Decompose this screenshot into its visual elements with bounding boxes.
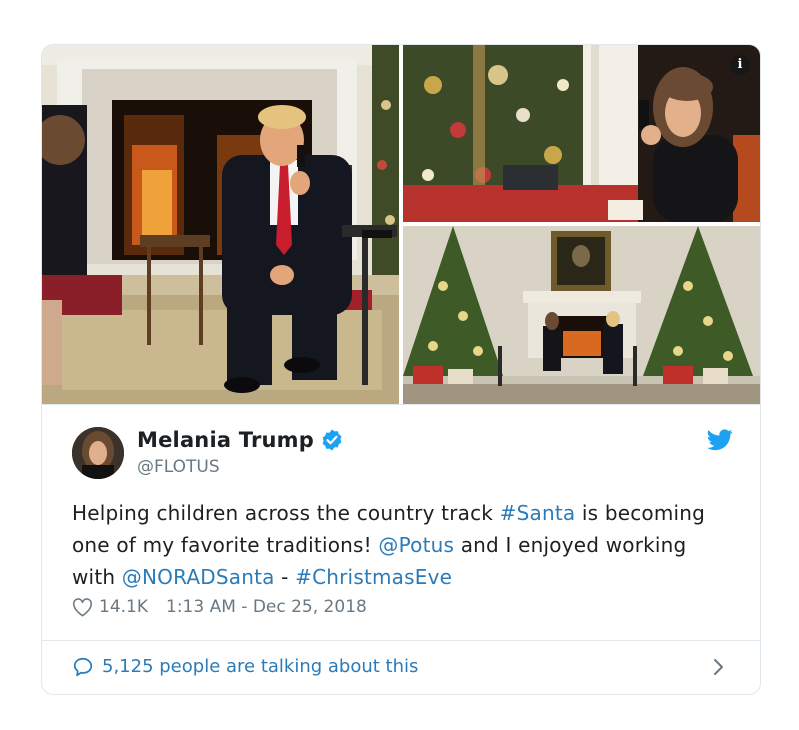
heart-icon[interactable] xyxy=(72,597,93,617)
tweet-text-part-4: - xyxy=(274,565,296,589)
tweet-text-part-1: Helping children across the country trac… xyxy=(72,501,500,525)
conversation-count-text: 5,125 people are talking about this xyxy=(102,656,419,677)
author-name[interactable]: Melania Trump xyxy=(137,428,344,452)
mention-noradsanta-link[interactable]: @NORADSanta xyxy=(122,565,275,589)
avatar-image xyxy=(72,427,124,479)
photo-fireplace-call[interactable] xyxy=(42,45,399,404)
tweet-text: Helping children across the country trac… xyxy=(72,497,732,593)
twitter-bird-icon[interactable] xyxy=(707,429,733,451)
conversation-link[interactable]: 5,125 people are talking about this xyxy=(42,640,760,694)
tweet-meta: 14.1K 1:13 AM - Dec 25, 2018 xyxy=(72,597,367,617)
timestamp-link[interactable]: 1:13 AM - Dec 25, 2018 xyxy=(166,597,367,617)
photo-state-room-image xyxy=(403,226,760,404)
chevron-right-icon[interactable] xyxy=(712,657,726,677)
photo-state-room[interactable] xyxy=(403,226,760,404)
photo-woman-on-phone-image xyxy=(403,45,760,222)
info-icon[interactable]: i xyxy=(730,55,750,75)
like-count[interactable]: 14.1K xyxy=(99,597,148,617)
avatar[interactable] xyxy=(72,427,124,479)
author-handle[interactable]: @FLOTUS xyxy=(137,457,220,477)
hashtag-christmaseve-link[interactable]: #ChristmasEve xyxy=(295,565,452,589)
tweet-body: Melania Trump @FLOTUS Helping children a… xyxy=(42,404,760,640)
hashtag-santa-link[interactable]: #Santa xyxy=(500,501,576,525)
photo-woman-on-phone[interactable] xyxy=(403,45,760,222)
author-name-text: Melania Trump xyxy=(137,428,314,452)
photo-fireplace-call-image xyxy=(42,45,399,404)
speech-bubble-icon xyxy=(73,657,93,677)
mention-potus-link[interactable]: @Potus xyxy=(378,533,454,557)
media-grid[interactable]: i xyxy=(42,45,760,404)
embedded-tweet-card[interactable]: i Melania Trump @FLOTUS Helping children… xyxy=(41,44,761,695)
verified-badge-icon xyxy=(322,429,342,451)
